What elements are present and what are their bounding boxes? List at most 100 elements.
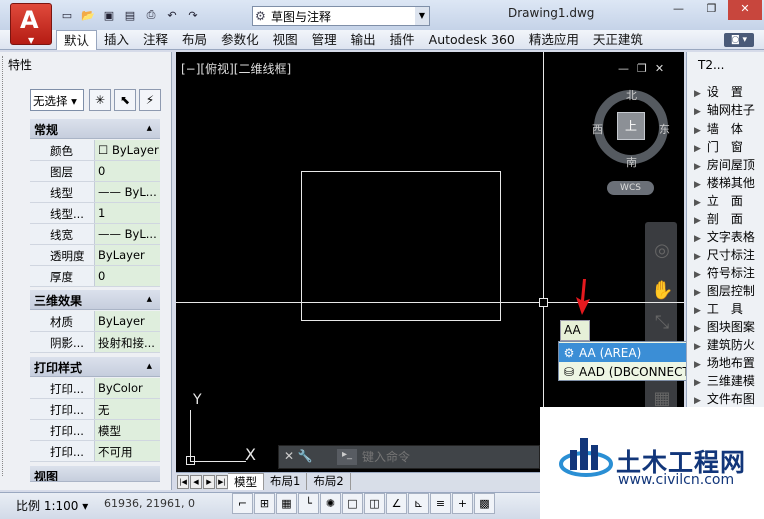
tool-menu-item[interactable]: ▶ 房间屋顶 [694, 156, 755, 173]
annotation-scale[interactable]: 比例 1:100 ▾ [16, 497, 88, 514]
toggle-pickadd-icon[interactable]: ✳ [89, 89, 111, 111]
compass-west[interactable]: 西 [592, 121, 603, 137]
tool-menu-item[interactable]: ▶ 图块图案 [694, 318, 755, 335]
tab-layout2[interactable]: 布局2 [307, 473, 351, 490]
pan-hand-icon[interactable]: ✋ [651, 280, 673, 302]
compass-south[interactable]: 南 [626, 154, 637, 170]
cursor-coordinates[interactable]: 61936, 21961, 0 [104, 497, 195, 510]
property-row[interactable]: 材质 ByLayer [30, 311, 160, 332]
section-3d-effects[interactable]: 三维效果 ▲ [30, 290, 160, 310]
tool-menu-item[interactable]: ▶ 轴网柱子 [694, 101, 755, 118]
tab-annotate[interactable]: 注释 [136, 30, 175, 50]
workspace-dropdown[interactable]: ⚙ 草图与注释 ▼ [252, 6, 430, 26]
minimize-button[interactable]: — [662, 0, 695, 20]
tab-featured-apps[interactable]: 精选应用 [522, 30, 586, 50]
lineweight-icon[interactable]: + [452, 493, 473, 514]
infer-constraints-icon[interactable]: ⌐ [232, 493, 253, 514]
transparency-icon[interactable]: ▩ [474, 493, 495, 514]
dynamic-input-icon[interactable]: ≡ [430, 493, 451, 514]
new-file-icon[interactable]: ▭ [58, 6, 76, 24]
open-folder-icon[interactable]: 📂 [79, 6, 97, 24]
tab-manage[interactable]: 管理 [305, 30, 344, 50]
ortho-icon[interactable]: └ [298, 493, 319, 514]
tab-layout[interactable]: 布局 [175, 30, 214, 50]
tool-menu-item[interactable]: ▶ 门 窗 [694, 138, 743, 155]
steering-wheel-icon[interactable]: ◎ [651, 240, 673, 262]
tab-insert[interactable]: 插入 [97, 30, 136, 50]
property-row[interactable]: 图层 0 [30, 161, 160, 182]
section-view[interactable]: 视图 [30, 466, 160, 482]
tool-menu-item[interactable]: ▶ 立 面 [694, 192, 743, 209]
last-tab-button[interactable]: ▶| [216, 474, 228, 489]
tool-menu-item[interactable]: ▶ 文件布图 [694, 390, 755, 407]
wrench-icon[interactable]: 🔧 [298, 449, 313, 463]
tab-view[interactable]: 视图 [266, 30, 305, 50]
tool-menu-item[interactable]: ▶ 图层控制 [694, 282, 755, 299]
save-icon[interactable]: ▣ [100, 6, 118, 24]
tool-menu-item[interactable]: ▶ 文字表格 [694, 228, 755, 245]
wcs-menu-button[interactable]: WCS [607, 181, 654, 195]
tab-model[interactable]: 模型 [228, 473, 264, 490]
next-tab-button[interactable]: ▶ [203, 474, 215, 489]
selection-dropdown[interactable]: 无选择 ▾ [30, 89, 84, 111]
close-icon[interactable]: ✕ [284, 449, 294, 463]
object-snap-icon[interactable]: □ [342, 493, 363, 514]
dynamic-ucs-icon[interactable]: ⊾ [408, 493, 429, 514]
property-row[interactable]: 打印... 模型 [30, 420, 160, 441]
application-menu-button[interactable]: A ▼ [10, 3, 52, 45]
prev-tab-button[interactable]: ◀ [190, 474, 202, 489]
property-row[interactable]: 厚度 0 [30, 266, 160, 287]
tab-default[interactable]: 默认 [56, 30, 98, 50]
tab-plugins[interactable]: 插件 [383, 30, 422, 50]
viewport-label[interactable]: [−][俯视][二维线框] [181, 60, 291, 77]
first-tab-button[interactable]: |◀ [177, 474, 189, 489]
tool-menu-item[interactable]: ▶ 剖 面 [694, 210, 743, 227]
tab-output[interactable]: 输出 [344, 30, 383, 50]
redo-icon[interactable]: ↷ [184, 6, 202, 24]
save-as-icon[interactable]: ▤ [121, 6, 139, 24]
object-snap-tracking-icon[interactable]: ∠ [386, 493, 407, 514]
tool-menu-item[interactable]: ▶ 工 具 [694, 300, 743, 317]
zoom-extents-icon[interactable]: ⤡ [651, 312, 673, 334]
restore-button[interactable]: ❐ [695, 0, 728, 20]
tool-menu-item[interactable]: ▶ 场地布置 [694, 354, 755, 371]
property-row[interactable]: 透明度 ByLayer [30, 245, 160, 266]
property-row[interactable]: 颜色 ☐ ByLayer [30, 140, 160, 161]
palette-grip[interactable] [2, 56, 6, 476]
command-prompt-icon[interactable]: ▸_ [337, 449, 357, 465]
print-icon[interactable]: ⎙ [142, 6, 160, 24]
3d-object-snap-icon[interactable]: ◫ [364, 493, 385, 514]
tab-parametric[interactable]: 参数化 [214, 30, 266, 50]
property-row[interactable]: 阴影... 投射和接... [30, 332, 160, 353]
command-input[interactable] [362, 447, 532, 467]
select-objects-icon[interactable]: ⬉ [114, 89, 136, 111]
undo-icon[interactable]: ↶ [163, 6, 181, 24]
snap-mode-icon[interactable]: ⊞ [254, 493, 275, 514]
tool-menu-item[interactable]: ▶ 建筑防火 [694, 336, 755, 353]
property-row[interactable]: 打印... ByColor [30, 378, 160, 399]
quick-select-icon[interactable]: ⚡ [139, 89, 161, 111]
tool-menu-item[interactable]: ▶ 三维建模 [694, 372, 755, 389]
section-plot-style[interactable]: 打印样式 ▲ [30, 357, 160, 377]
tool-menu-item[interactable]: ▶ 符号标注 [694, 264, 755, 281]
viewcube-top-face[interactable]: 上 [617, 112, 645, 140]
tab-tangent[interactable]: 天正建筑 [586, 30, 650, 50]
property-row[interactable]: 线型... 1 [30, 203, 160, 224]
property-row[interactable]: 线宽 —— ByL... [30, 224, 160, 245]
polar-tracking-icon[interactable]: ✺ [320, 493, 341, 514]
tool-menu-item[interactable]: ▶ 墙 体 [694, 120, 743, 137]
compass-north[interactable]: 北 [626, 87, 637, 103]
property-row[interactable]: 打印... 不可用 [30, 441, 160, 462]
viewport-window-controls[interactable]: —❐✕ [618, 62, 672, 75]
section-general[interactable]: 常规 ▲ [30, 119, 160, 139]
tool-menu-item[interactable]: ▶ 尺寸标注 [694, 246, 755, 263]
dynamic-input-box[interactable]: AA [560, 320, 590, 341]
property-row[interactable]: 线型 —— ByL... [30, 182, 160, 203]
compass-east[interactable]: 东 [659, 121, 670, 137]
grid-icon[interactable]: ▦ [276, 493, 297, 514]
close-button[interactable]: ✕ [728, 0, 762, 20]
property-row[interactable]: 打印... 无 [30, 399, 160, 420]
tab-layout1[interactable]: 布局1 [264, 473, 308, 490]
tab-autodesk-360[interactable]: Autodesk 360 [422, 30, 522, 50]
ribbon-options-button[interactable]: ◙ ▾ [724, 33, 754, 47]
